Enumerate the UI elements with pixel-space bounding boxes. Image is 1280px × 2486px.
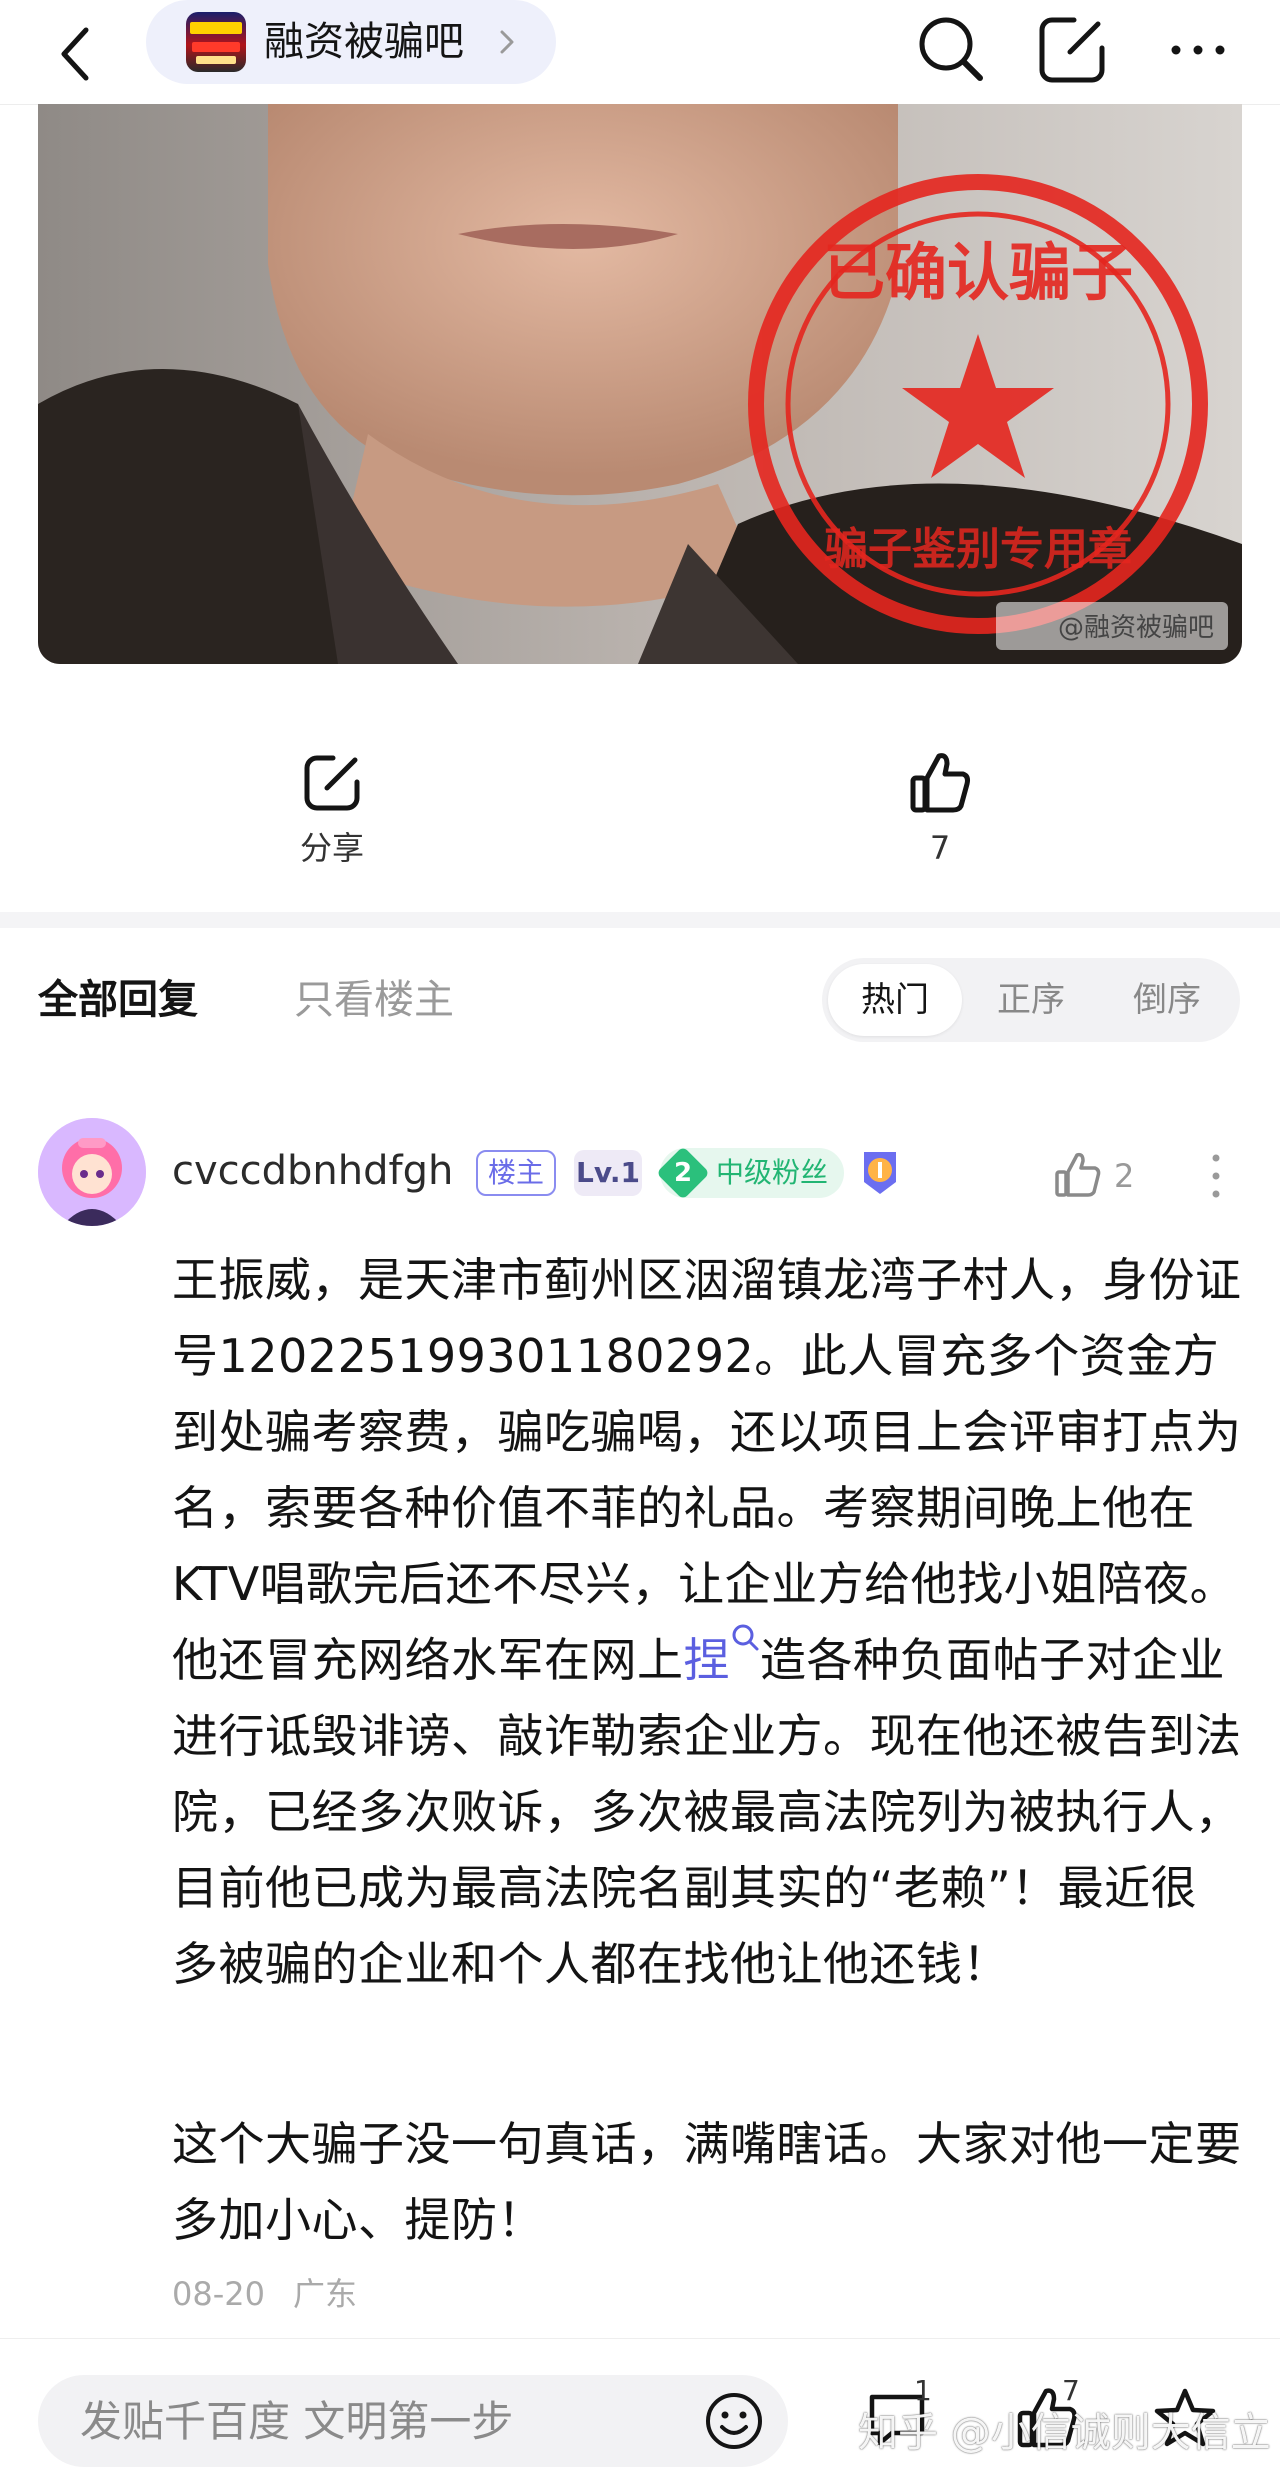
source-mark: @融资被骗吧 — [1058, 613, 1214, 643]
back-button[interactable] — [44, 14, 114, 94]
fan-level-number: 2 — [673, 1158, 693, 1188]
stamp-top-text: 已确认骗子 — [823, 236, 1133, 309]
reply-date: 08-20 — [172, 2275, 265, 2313]
reply-input[interactable] — [80, 2375, 680, 2467]
reply-paragraph-2: 这个大骗子没一句真话，满嘴瞎话。大家对他一定要多加小心、提防！ — [172, 2117, 1242, 2247]
more-vertical-icon[interactable] — [1206, 1146, 1226, 1206]
reply-location: 广东 — [292, 2275, 357, 2313]
search-button[interactable] — [908, 8, 992, 92]
level-badge: Lv.1 — [574, 1150, 642, 1196]
post-image[interactable]: 已确认骗子 骗子鉴别专用章 @融资被骗吧 — [38, 104, 1242, 664]
section-divider — [0, 912, 1280, 928]
reply-body: 王振威，是天津市蓟州区洇溜镇龙湾子村人，身份证号1202251993011802… — [172, 1242, 1242, 2002]
bottom-bar: 1 7 知乎 @小信诚则大信立 — [0, 2338, 1280, 2486]
edit-icon — [1039, 17, 1105, 83]
thumbs-up-icon — [910, 753, 970, 813]
sort-toggle: 热门 正序 倒序 — [822, 958, 1240, 1042]
more-horizontal-icon — [1171, 45, 1225, 55]
sort-hot[interactable]: 热门 — [828, 964, 962, 1036]
emoji-icon[interactable] — [702, 2389, 766, 2453]
reply-like-count: 2 — [1114, 1157, 1135, 1195]
compose-box[interactable] — [38, 2375, 788, 2467]
forum-name: 融资被骗吧 — [264, 19, 464, 65]
reply-like-icon[interactable] — [1050, 1148, 1104, 1202]
like-button[interactable]: 7 — [880, 748, 1000, 878]
search-icon — [919, 17, 983, 81]
chevron-left-icon — [61, 27, 89, 81]
avatar[interactable] — [38, 1118, 146, 1226]
username[interactable]: cvccdbnhdfgh — [172, 1144, 453, 1198]
forum-link[interactable]: 融资被骗吧 — [146, 0, 556, 84]
top-bar: 融资被骗吧 — [0, 0, 1280, 105]
forum-logo — [186, 12, 246, 72]
sort-ascending[interactable]: 正序 — [964, 964, 1098, 1036]
op-badge: 楼主 — [476, 1150, 557, 1196]
watermark: 知乎 @小信诚则大信立 — [858, 2410, 1271, 2456]
tab-all-replies[interactable]: 全部回复 — [38, 972, 198, 1028]
like-count: 7 — [929, 829, 951, 867]
search-mini-icon[interactable] — [730, 1622, 760, 1652]
sort-descending[interactable]: 倒序 — [1100, 964, 1234, 1036]
tab-op-only[interactable]: 只看楼主 — [294, 972, 454, 1028]
reply-meta: 08-20 广东 — [172, 2272, 357, 2316]
share-label: 分享 — [299, 829, 364, 867]
bottom-like-count: 7 — [1062, 2374, 1080, 2407]
chevron-right-icon — [500, 30, 514, 54]
edit-post-button[interactable] — [1030, 8, 1114, 92]
more-button[interactable] — [1156, 8, 1240, 92]
reply-paragraph-1: 王振威，是天津市蓟州区洇溜镇龙湾子村人，身份证号1202251993011802… — [172, 1253, 1242, 1687]
fan-level-label: 中级粉丝 — [716, 1156, 829, 1189]
share-button[interactable]: 分享 — [272, 748, 392, 878]
comment-count: 1 — [914, 2374, 932, 2407]
share-icon — [304, 755, 360, 811]
search-highlight-link[interactable]: 捏 — [684, 1633, 731, 1687]
post-page: 融资被骗吧 已确认骗子 骗子鉴别专用章 @融资被骗吧 分享 7 全部回复 只看楼… — [0, 0, 1280, 2486]
avatar-illustration — [38, 1118, 146, 1226]
fan-level-badge: 2 中级粉丝 — [656, 1146, 844, 1200]
medal-icon — [864, 1152, 896, 1194]
post-photo: 已确认骗子 骗子鉴别专用章 @融资被骗吧 — [38, 104, 1242, 664]
stamp-bottom-text: 骗子鉴别专用章 — [824, 524, 1132, 575]
